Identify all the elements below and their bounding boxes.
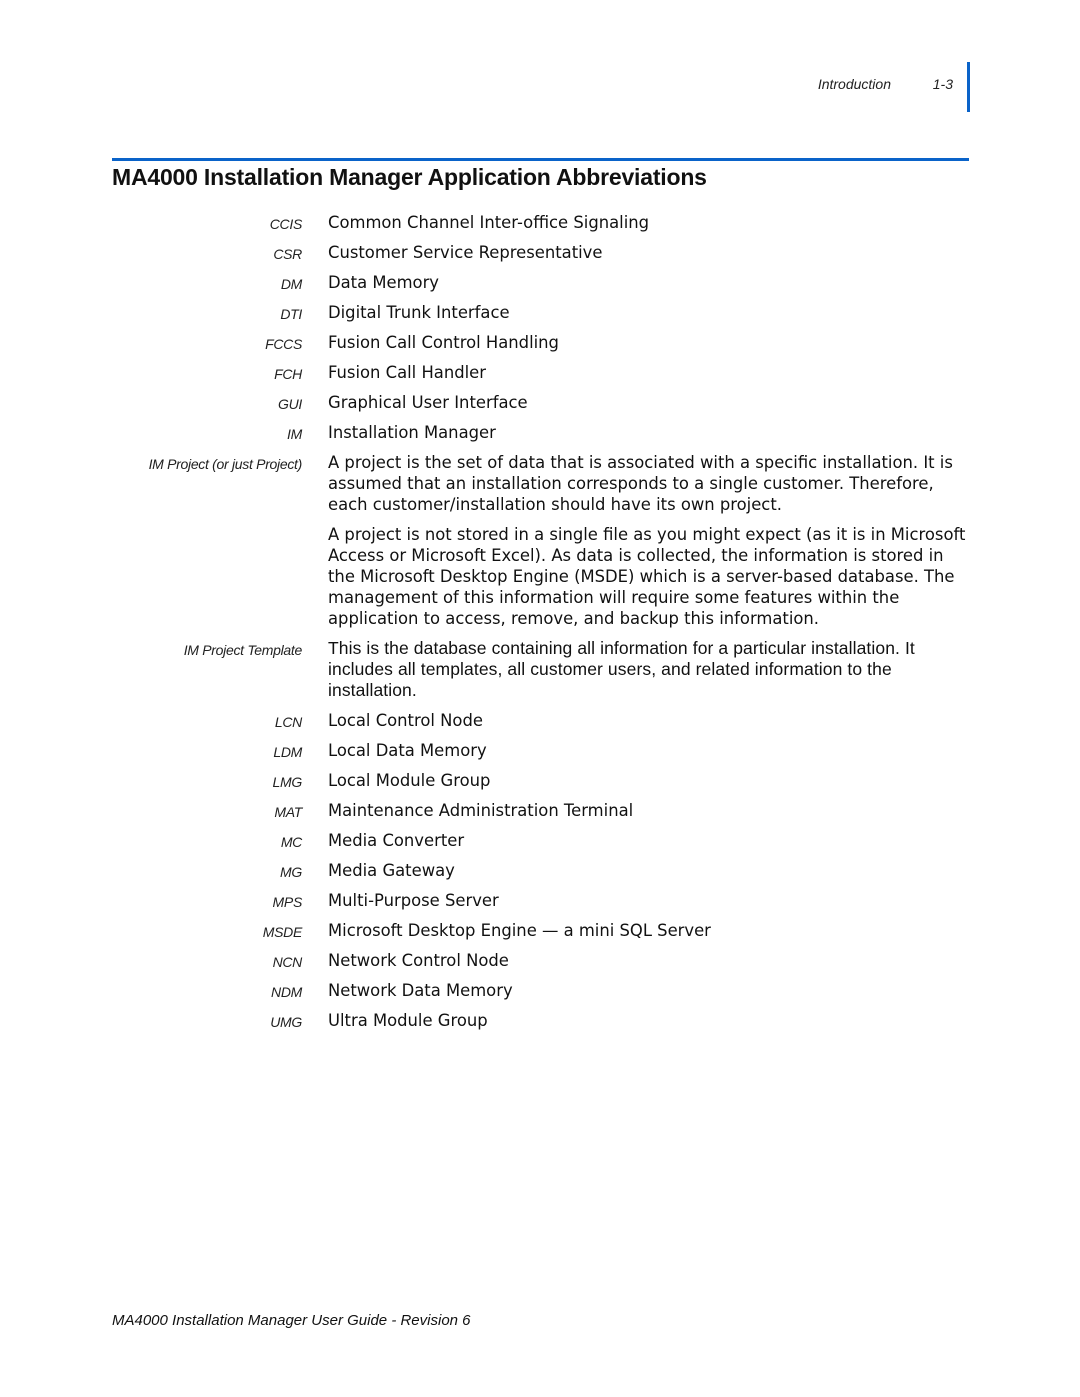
definition-block: Ultra Module Group [328,1010,973,1031]
glossary-entry: GUI Graphical User Interface [0,392,1080,413]
definition-text: Common Channel Inter-office Signaling [328,213,650,232]
abbreviation-list: CCIS Common Channel Inter-office Signalin… [0,212,1080,1040]
page-title: MA4000 Installation Manager Application … [112,164,707,190]
abbreviation-term: GUI [278,396,302,412]
glossary-entry: IM Installation Manager [0,422,1080,443]
definition-text: Network Data Memory [328,981,513,1000]
definition-text: Data Memory [328,273,440,292]
definition-block: Digital Trunk Interface [328,302,973,323]
abbreviation-term: UMG [270,1014,302,1030]
definition-text: A project is the set of data that is ass… [328,453,953,514]
definition-block: Multi-Purpose Server [328,890,973,911]
definition-block: Network Data Memory [328,980,973,1001]
abbreviation-term: IM Project Template [183,642,303,658]
definition-text: Customer Service Representative [328,243,603,262]
page-footer: MA4000 Installation Manager User Guide -… [112,1312,471,1329]
abbreviation-term: MSDE [262,924,303,940]
abbreviation-term: NDM [271,984,302,1000]
definition-text: This is the database containing all info… [328,638,915,700]
abbreviation-term: LDM [273,744,302,760]
abbreviation-term: LCN [274,714,302,730]
abbreviation-term: FCCS [265,336,302,352]
definition-block: Common Channel Inter-office Signaling [328,212,973,233]
definition-block: Customer Service Representative [328,242,973,263]
glossary-entry: MAT Maintenance Administration Terminal [0,800,1080,821]
definition-text: Microsoft Desktop Engine — a mini SQL Se… [328,921,711,940]
definition-text: Media Converter [328,831,465,850]
definition-text: Multi-Purpose Server [328,891,499,910]
definition-text: Digital Trunk Interface [328,303,510,322]
definition-text: Installation Manager [328,423,496,442]
abbreviation-term: MC [280,834,302,850]
glossary-entry: NDM Network Data Memory [0,980,1080,1001]
glossary-entry: DM Data Memory [0,272,1080,293]
abbreviation-term: IM Project (or just Project) [148,456,303,472]
definition-block: Microsoft Desktop Engine — a mini SQL Se… [328,920,973,941]
definition-block: Installation Manager [328,422,973,443]
definition-block: Fusion Call Handler [328,362,973,383]
definition-block: Local Control Node [328,710,973,731]
definition-text: Media Gateway [328,861,455,880]
header-accent-bar [967,62,970,112]
glossary-entry: IM Project Template This is the database … [0,638,1080,701]
glossary-entry: IM Project (or just Project) A project is… [0,452,1080,629]
abbreviation-term: MPS [272,894,303,910]
definition-text: Local Module Group [328,771,491,790]
glossary-entry: FCCS Fusion Call Control Handling [0,332,1080,353]
page-number: 1-3 [932,76,953,92]
glossary-entry: LCN Local Control Node [0,710,1080,731]
definition-block: Media Gateway [328,860,973,881]
definition-text: Fusion Call Handler [328,363,486,382]
abbreviation-term: LMG [272,774,303,790]
abbreviation-term: CCIS [269,216,303,232]
definition-block: This is the database containing all info… [328,638,973,701]
glossary-entry: LDM Local Data Memory [0,740,1080,761]
abbreviation-term: DTI [280,306,302,322]
definition-text: Local Control Node [328,711,483,730]
definition-text: Network Control Node [328,951,509,970]
definition-block: Graphical User Interface [328,392,973,413]
glossary-entry: CCIS Common Channel Inter-office Signalin… [0,212,1080,233]
glossary-entry: MPS Multi-Purpose Server [0,890,1080,911]
abbreviation-term: CSR [273,246,302,262]
glossary-entry: FCH Fusion Call Handler [0,362,1080,383]
abbreviation-term: FCH [274,366,302,382]
definition-block: Fusion Call Control Handling [328,332,973,353]
abbreviation-term: MG [280,864,302,880]
definition-text: A project is not stored in a single file… [328,525,966,628]
glossary-entry: UMG Ultra Module Group [0,1010,1080,1031]
definition-text: Local Data Memory [328,741,487,760]
definition-block: Local Module Group [328,770,973,791]
definition-block: Data Memory [328,272,973,293]
definition-block: A project is the set of data that is ass… [328,452,973,629]
glossary-entry: LMG Local Module Group [0,770,1080,791]
glossary-entry: MSDE Microsoft Desktop Engine — a mini SQ… [0,920,1080,941]
glossary-entry: DTI Digital Trunk Interface [0,302,1080,323]
definition-text: Graphical User Interface [328,393,528,412]
section-name: Introduction [817,76,891,92]
definition-block: Network Control Node [328,950,973,971]
glossary-entry: MC Media Converter [0,830,1080,851]
abbreviation-term: MAT [274,804,302,820]
definition-text: Maintenance Administration Terminal [328,801,634,820]
definition-text: Fusion Call Control Handling [328,333,559,352]
glossary-entry: CSR Customer Service Representative [0,242,1080,263]
abbreviation-term: IM [287,426,302,442]
glossary-entry: NCN Network Control Node [0,950,1080,971]
definition-block: Local Data Memory [328,740,973,761]
glossary-entry: MG Media Gateway [0,860,1080,881]
definition-block: Maintenance Administration Terminal [328,800,973,821]
definition-text: Ultra Module Group [328,1011,488,1030]
abbreviation-term: DM [280,276,302,292]
title-rule [112,158,969,161]
abbreviation-term: NCN [272,954,303,970]
definition-block: Media Converter [328,830,973,851]
